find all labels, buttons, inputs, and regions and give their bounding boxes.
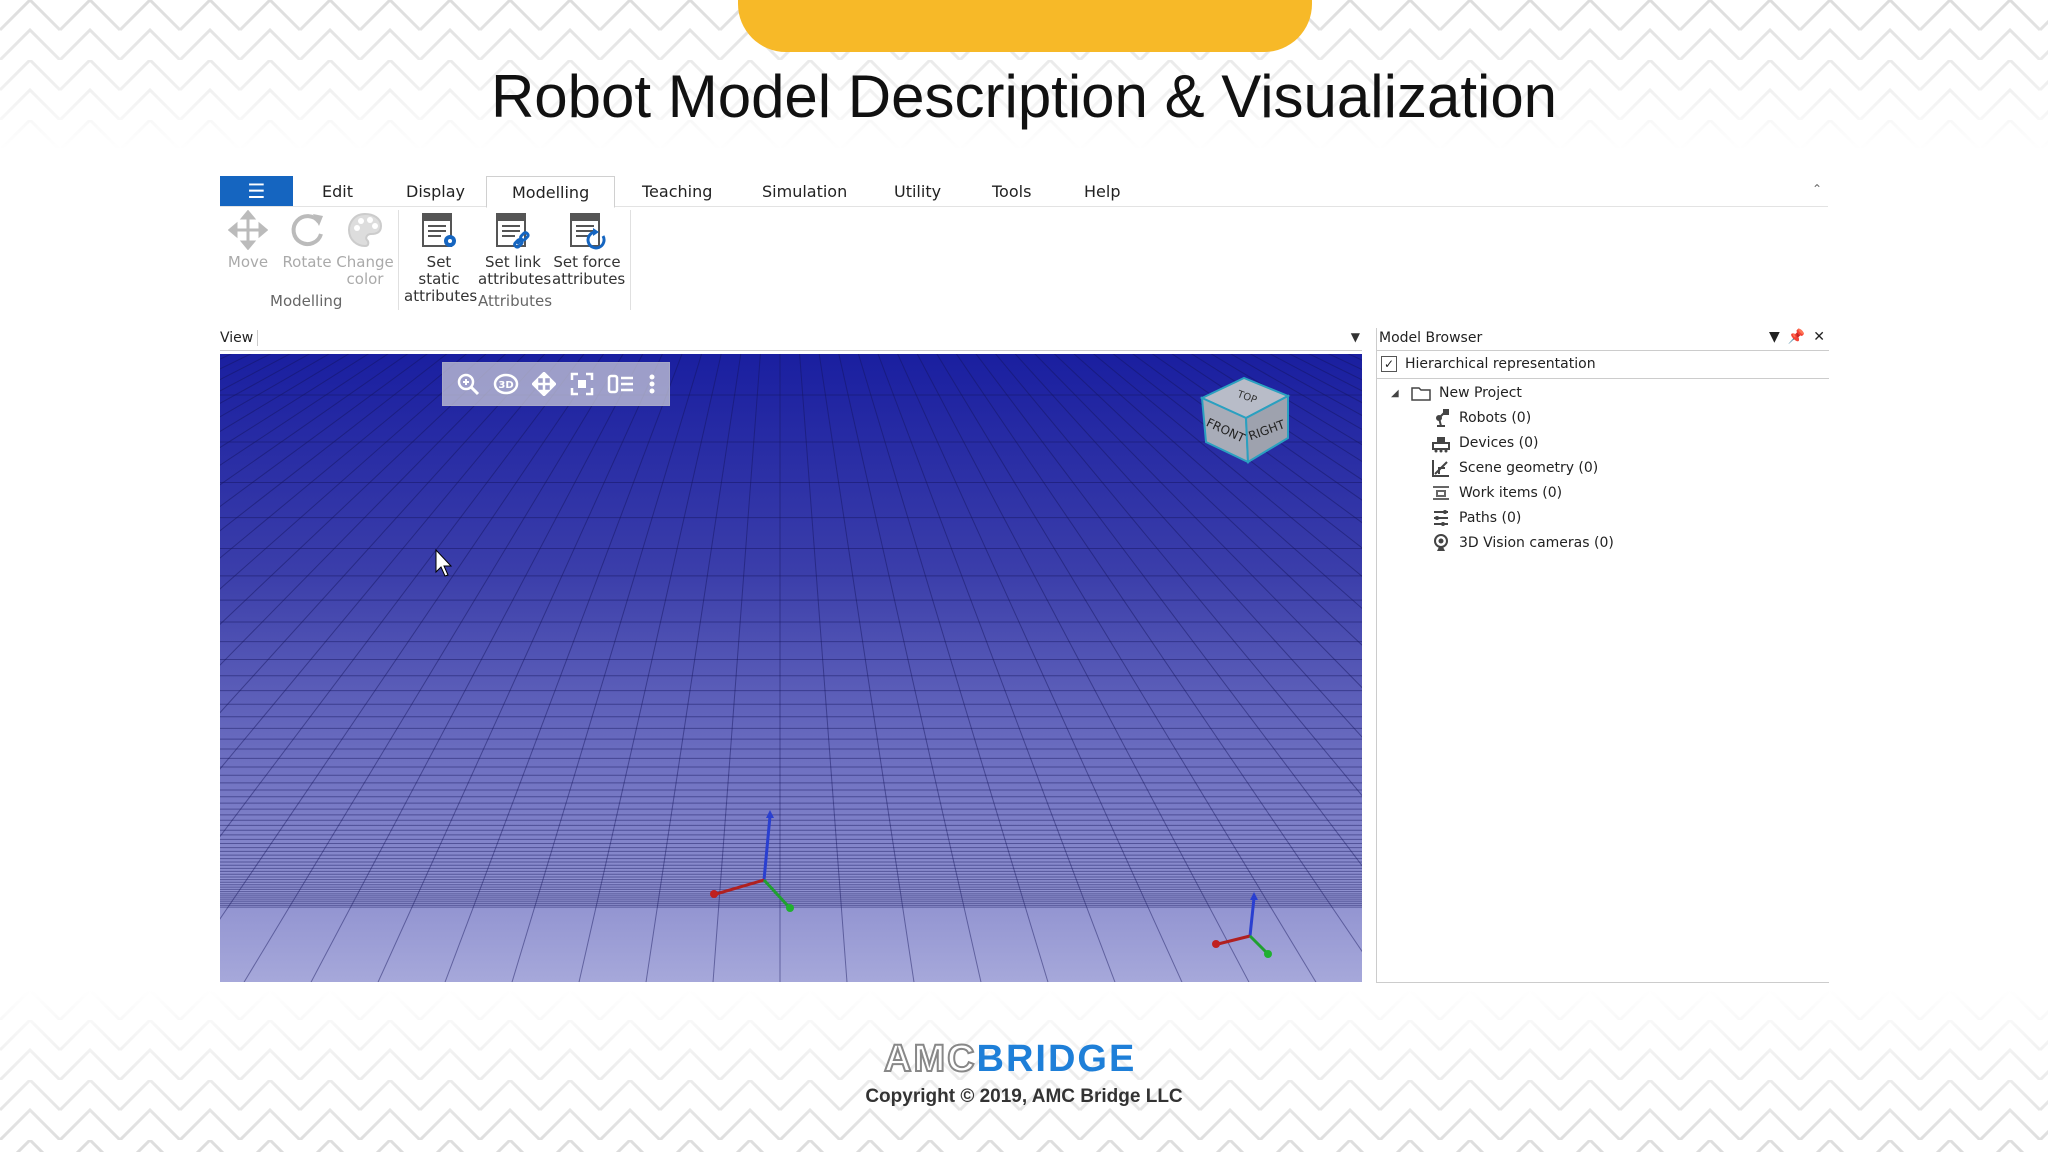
robots-label: Robots (0) [1459,410,1532,426]
display-options-icon[interactable] [607,372,635,396]
paths-icon [1431,508,1451,528]
amc-bridge-logo: AMCBRIDGE [883,1037,1137,1081]
panel-menu-icon[interactable]: ▼ [1351,330,1360,344]
menu-modelling[interactable]: Modelling [486,176,616,208]
pan-icon[interactable] [532,372,557,396]
file-menu-button[interactable]: ☰ [220,176,293,206]
tree-item-devices[interactable]: Devices (0) [1431,432,1538,454]
move-button[interactable]: Move [226,208,270,271]
3d-rotate-icon[interactable]: 3D [493,372,519,396]
application-window: ☰ Edit Display Modelling Teaching Simula… [220,172,1829,983]
set-static-label-1: Set static [418,253,460,288]
set-link-attributes-button[interactable]: Set link attributes [478,208,552,288]
close-icon[interactable]: ✕ [1813,329,1825,345]
folder-icon [1411,383,1431,403]
tree-item-scene-geometry[interactable]: Scene geometry (0) [1431,457,1598,479]
header-accent-tab [738,0,1312,52]
tree-item-paths[interactable]: Paths (0) [1431,507,1521,529]
3d-vision-cameras-label: 3D Vision cameras (0) [1459,535,1614,551]
menu-utility[interactable]: Utility [894,182,941,201]
logo-bridge-text: BRIDGE [976,1038,1137,1080]
tree-root-new-project[interactable]: ◢ New Project [1391,382,1522,404]
set-static-label-2: attributes [404,287,478,305]
navigation-cube[interactable]: TOP FRONT RIGHT [1192,368,1302,478]
work-items-label: Work items (0) [1459,485,1563,501]
set-force-label-2: attributes [552,270,626,288]
set-static-attributes-button[interactable]: Set static attributes [404,208,478,305]
camera-icon [1431,533,1451,553]
copyright-text: Copyright © 2019, AMC Bridge LLC [865,1086,1183,1107]
menu-help[interactable]: Help [1084,182,1120,201]
fit-view-icon[interactable] [570,372,594,396]
attributes-group-label: Attributes [478,292,553,310]
zoom-icon[interactable] [456,372,480,396]
pin-icon[interactable]: 📌 [1788,329,1805,345]
menu-display[interactable]: Display [406,182,465,201]
work-items-icon [1431,483,1451,503]
menu-bar: ☰ Edit Display Modelling Teaching Simula… [220,174,1828,208]
tree-root-label: New Project [1439,385,1522,401]
force-attributes-icon [552,208,622,252]
move-icon [226,208,270,252]
model-browser-title: Model Browser [1379,330,1483,346]
devices-label: Devices (0) [1459,435,1539,451]
hamburger-icon: ☰ [247,179,266,203]
static-attributes-icon [404,208,474,252]
modelling-group-label: Modelling [270,292,343,310]
set-force-label-1: Set force [553,253,621,271]
device-icon [1431,433,1451,453]
rotate-button[interactable]: Rotate [282,208,332,271]
tree-item-robots[interactable]: Robots (0) [1431,407,1531,429]
tree-item-3d-vision-cameras[interactable]: 3D Vision cameras (0) [1431,532,1614,554]
view-panel-header: View ▼ [220,328,1362,351]
set-link-label-1: Set link [485,253,541,271]
ribbon: Move Rotate Change color Modelling Set s… [220,206,1828,314]
link-attributes-icon [478,208,548,252]
logo-amc-text: AMC [883,1037,977,1081]
slide-title: Robot Model Description & Visualization [490,63,1558,130]
group-separator [630,210,631,310]
set-force-attributes-button[interactable]: Set force attributes [552,208,626,288]
hierarchical-representation-toggle[interactable]: ✓ Hierarchical representation [1381,356,1596,372]
view-tab-label[interactable]: View [220,330,259,346]
scene-geometry-label: Scene geometry (0) [1459,460,1599,476]
robot-icon [1431,408,1451,428]
dropdown-icon[interactable]: ▼ [1769,329,1780,345]
model-browser-header: Model Browser ▼ 📌 ✕ [1377,328,1829,351]
3d-viewport[interactable]: 3D TOP FRONT RIGHT [220,354,1362,982]
model-browser-panel: Model Browser ▼ 📌 ✕ ✓ Hierarchical repre… [1376,328,1829,983]
mouse-cursor-icon [435,548,453,577]
menu-simulation[interactable]: Simulation [762,182,847,201]
more-icon[interactable] [648,372,656,396]
divider [1377,378,1829,379]
paths-label: Paths (0) [1459,510,1522,526]
group-separator [398,210,399,310]
grid-floor [220,354,1362,982]
menu-teaching[interactable]: Teaching [642,182,712,201]
scene-geometry-icon [1431,458,1451,478]
hierarchical-checkbox[interactable]: ✓ [1381,356,1397,372]
rotate-icon [282,208,332,252]
set-link-label-2: attributes [478,270,552,288]
move-button-label: Move [227,253,269,271]
view-toolbar: 3D [442,362,670,406]
svg-text:3D: 3D [498,380,513,391]
menu-tools[interactable]: Tools [992,182,1031,201]
tree-item-work-items[interactable]: Work items (0) [1431,482,1562,504]
collapse-ribbon-icon[interactable]: ⌃ [1812,182,1822,196]
rotate-button-label: Rotate [282,253,332,271]
palette-icon [336,208,394,252]
menu-edit[interactable]: Edit [322,182,353,201]
collapse-arrow-icon[interactable]: ◢ [1391,388,1403,399]
hierarchical-label: Hierarchical representation [1405,356,1596,372]
change-color-button[interactable]: Change color [336,208,394,288]
change-color-label-2: color [346,270,384,288]
change-color-label-1: Change [336,253,394,271]
